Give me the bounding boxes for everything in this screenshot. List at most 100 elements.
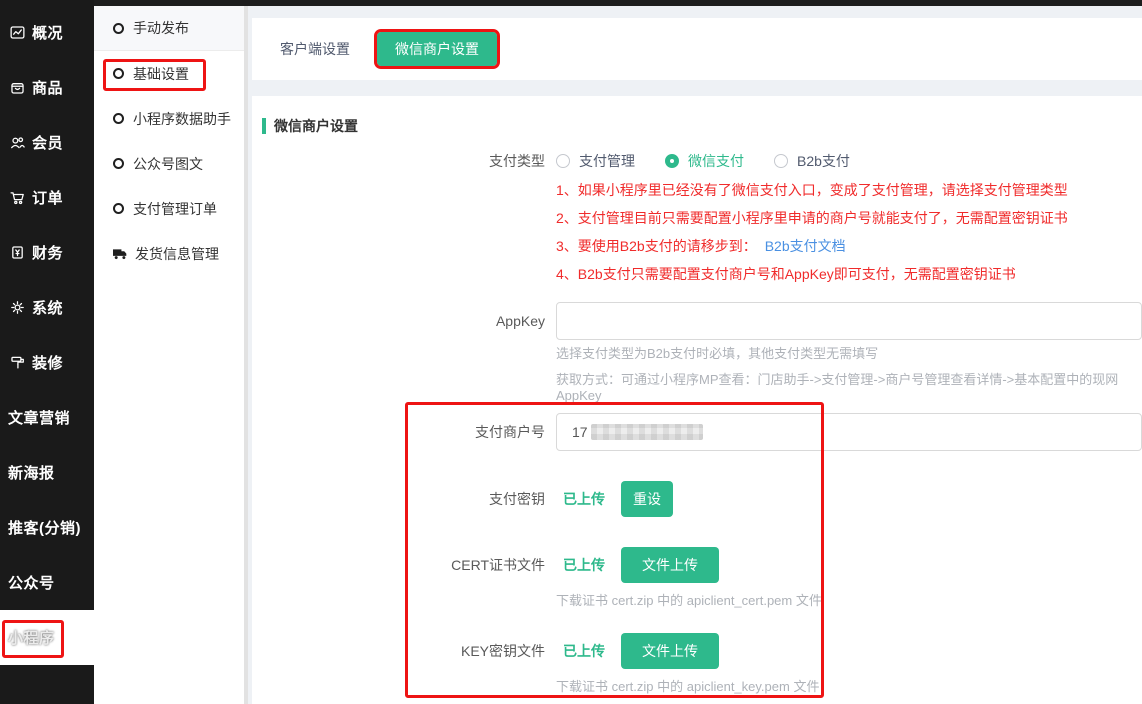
admin-page: 概况 商品 会员 订单 财务 系统 装修 文章营销 新海报 [0, 0, 1142, 704]
submenu-item-label: 基础设置 [133, 64, 189, 84]
sidebar-item-new-poster[interactable]: 新海报 [0, 445, 94, 500]
system-icon [9, 299, 26, 316]
key-file-row: KEY密钥文件 已上传 文件上传 [252, 632, 1142, 670]
radio-pay-management[interactable]: 支付管理 [556, 151, 635, 171]
sub-sidebar: 手动发布 基础设置 小程序数据助手 公众号图文 支付管理订单 发货信息管理 [94, 6, 244, 704]
sidebar-item-overview[interactable]: 概况 [0, 5, 94, 60]
top-bar [0, 0, 1142, 6]
submenu-item-data-assistant[interactable]: 小程序数据助手 [94, 96, 244, 141]
sidebar-item-system[interactable]: 系统 [0, 280, 94, 335]
submenu-item-label: 支付管理订单 [133, 199, 217, 219]
sidebar-item-official-account[interactable]: 公众号 [0, 555, 94, 610]
sidebar-item-members[interactable]: 会员 [0, 115, 94, 170]
sidebar-item-label: 文章营销 [8, 407, 70, 428]
submenu-item-basic-settings[interactable]: 基础设置 [94, 51, 244, 96]
circle-icon [113, 23, 124, 34]
merchant-id-row: 支付商户号 17 [252, 413, 1142, 451]
key-upload-button[interactable]: 文件上传 [621, 633, 719, 669]
submenu-item-label: 小程序数据助手 [133, 109, 231, 129]
submenu-item-shipping-info[interactable]: 发货信息管理 [94, 231, 244, 276]
sidebar-item-finance[interactable]: 财务 [0, 225, 94, 280]
radio-label: 支付管理 [579, 151, 635, 171]
radio-icon [556, 154, 570, 168]
sidebar-item-distribution[interactable]: 推客(分销) [0, 500, 94, 555]
goods-icon [9, 79, 26, 96]
warning-note-2: 2、支付管理目前只需要配置小程序里申请的商户号就能支付了，无需配置密钥证书 [556, 204, 1068, 232]
pay-type-row: 支付类型 支付管理 微信支付 B2b支付 [252, 148, 1142, 174]
warning-note-4: 4、B2b支付只需要配置支付商户号和AppKey即可支付，无需配置密钥证书 [556, 260, 1068, 288]
orders-icon [9, 189, 26, 206]
sidebar-item-label: 概况 [32, 22, 63, 43]
warning-notes: 1、如果小程序里已经没有了微信支付入口，变成了支付管理，请选择支付管理类型 2、… [556, 176, 1068, 288]
sidebar-item-label: 订单 [32, 187, 63, 208]
reset-pay-key-button[interactable]: 重设 [621, 481, 673, 517]
members-icon [9, 134, 26, 151]
key-file-label: KEY密钥文件 [252, 641, 545, 661]
appkey-help-2: 获取方式：可通过小程序MP查看：门店助手->支付管理->商户号管理查看详情->基… [556, 369, 1142, 403]
sidebar-item-label: 财务 [32, 242, 63, 263]
radio-icon [774, 154, 788, 168]
b2b-doc-link[interactable]: B2b支付文档 [765, 238, 846, 254]
appkey-row: AppKey [252, 302, 1142, 340]
pay-type-label: 支付类型 [252, 151, 545, 171]
section-header: 微信商户设置 [262, 116, 358, 136]
sidebar-item-decorate[interactable]: 装修 [0, 335, 94, 390]
appkey-help-1: 选择支付类型为B2b支付时必填，其他支付类型无需填写 [556, 343, 878, 362]
sidebar-item-mini-program[interactable]: 小程序 [0, 610, 94, 665]
submenu-item-manual-publish[interactable]: 手动发布 [94, 6, 244, 51]
sidebar-item-label: 商品 [32, 77, 63, 98]
sidebar-item-goods[interactable]: 商品 [0, 60, 94, 115]
radio-selected-icon [665, 154, 679, 168]
radio-b2b-pay[interactable]: B2b支付 [774, 151, 850, 171]
submenu-item-label: 手动发布 [133, 18, 189, 38]
key-file-status: 已上传 [563, 641, 605, 661]
submenu-item-official-article[interactable]: 公众号图文 [94, 141, 244, 186]
tab-wechat-merchant-settings[interactable]: 微信商户设置 [377, 32, 497, 66]
cert-file-help: 下载证书 cert.zip 中的 apiclient_cert.pem 文件 [556, 590, 822, 609]
content-card: 微信商户设置 支付类型 支付管理 微信支付 B2b支付 1、如果小程序里已经没有… [252, 96, 1142, 704]
radio-wechat-pay[interactable]: 微信支付 [665, 151, 744, 171]
sidebar-item-orders[interactable]: 订单 [0, 170, 94, 225]
sidebar-item-label: 装修 [32, 352, 63, 373]
section-accent-bar [262, 118, 266, 134]
merchant-id-value: 17 [572, 424, 588, 440]
section-title: 微信商户设置 [274, 116, 358, 136]
warning-note-3: 3、要使用B2b支付的请移步到：B2b支付文档 [556, 232, 1068, 260]
warning-note-1: 1、如果小程序里已经没有了微信支付入口，变成了支付管理，请选择支付管理类型 [556, 176, 1068, 204]
cert-file-row: CERT证书文件 已上传 文件上传 [252, 546, 1142, 584]
cert-file-status: 已上传 [563, 555, 605, 575]
tabs-card: 客户端设置 微信商户设置 [252, 18, 1142, 80]
decorate-icon [9, 354, 26, 371]
sidebar-item-label: 新海报 [8, 462, 55, 483]
submenu-scrollbar[interactable] [244, 6, 248, 704]
tab-client-settings[interactable]: 客户端设置 [280, 18, 350, 80]
main-sidebar: 概况 商品 会员 订单 财务 系统 装修 文章营销 新海报 [0, 0, 94, 704]
overview-icon [9, 24, 26, 41]
appkey-label: AppKey [252, 313, 545, 329]
sidebar-item-label: 推客(分销) [8, 517, 81, 538]
circle-icon [113, 113, 124, 124]
circle-icon [113, 203, 124, 214]
pay-key-label: 支付密钥 [252, 489, 545, 509]
finance-icon [9, 244, 26, 261]
sidebar-item-label: 会员 [32, 132, 63, 153]
appkey-input[interactable] [556, 302, 1142, 340]
key-file-help: 下载证书 cert.zip 中的 apiclient_key.pem 文件 [556, 676, 819, 695]
merchant-id-input[interactable]: 17 [556, 413, 1142, 451]
radio-label: B2b支付 [797, 151, 850, 171]
sidebar-item-label: 小程序 [8, 627, 55, 648]
submenu-item-label: 发货信息管理 [135, 244, 219, 264]
sidebar-item-label: 公众号 [8, 572, 55, 593]
submenu-item-payment-orders[interactable]: 支付管理订单 [94, 186, 244, 231]
pay-key-status: 已上传 [563, 489, 605, 509]
sidebar-item-article-marketing[interactable]: 文章营销 [0, 390, 94, 445]
sidebar-item-label: 系统 [32, 297, 63, 318]
circle-icon [113, 158, 124, 169]
pay-key-row: 支付密钥 已上传 重设 [252, 480, 1142, 518]
submenu-item-label: 公众号图文 [133, 154, 203, 174]
circle-icon [113, 68, 124, 79]
truck-icon [113, 248, 128, 260]
merchant-id-label: 支付商户号 [252, 422, 545, 442]
cert-upload-button[interactable]: 文件上传 [621, 547, 719, 583]
radio-label: 微信支付 [688, 151, 744, 171]
